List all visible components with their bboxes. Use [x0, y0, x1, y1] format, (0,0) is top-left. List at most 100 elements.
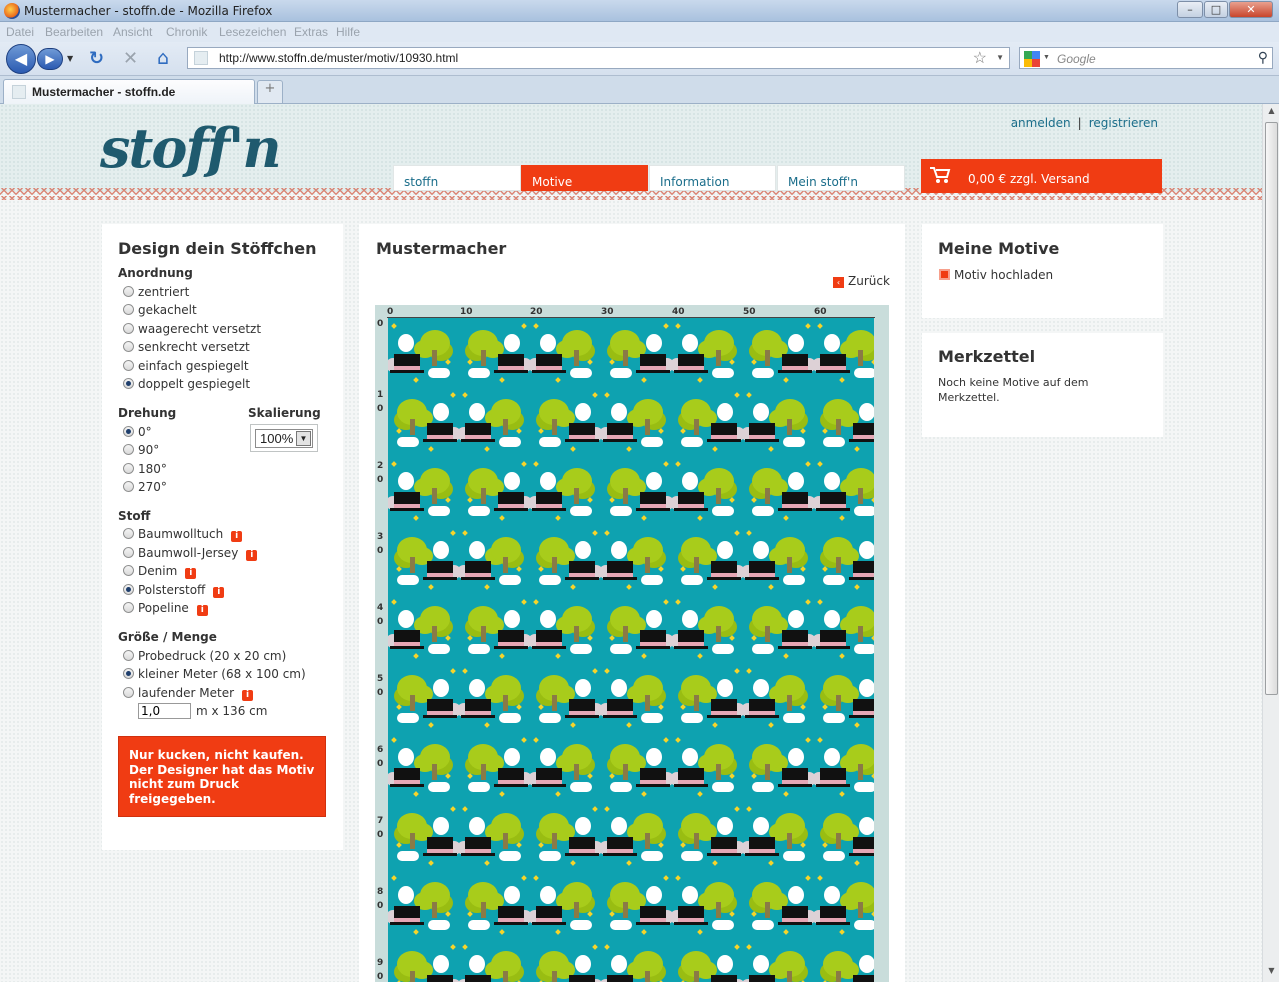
maximize-button[interactable]: □ [1204, 1, 1228, 18]
radio-dot[interactable] [123, 360, 134, 371]
radio-baumwoll-jersey[interactable]: Baumwoll-Jersey i [123, 546, 258, 562]
radio-dot-checked[interactable] [123, 426, 134, 437]
radio-dot[interactable] [123, 444, 134, 455]
ruler-y-50: 5 0 [377, 674, 384, 698]
upload-motif-link[interactable]: Motiv hochladen [939, 268, 1053, 282]
cart-button[interactable]: 0,00 € zzgl. Versand [921, 159, 1162, 193]
new-tab-button[interactable]: + [257, 80, 283, 103]
url-text[interactable]: http://www.stoffn.de/muster/motiv/10930.… [219, 51, 458, 65]
info-icon[interactable]: i [185, 568, 197, 579]
meter-quantity-input[interactable] [138, 703, 191, 719]
radio-dot[interactable] [123, 547, 134, 558]
radio-kleiner-meter[interactable]: kleiner Meter (68 x 100 cm) [123, 667, 306, 683]
nav-mein-stoffn[interactable]: Mein stoff'n [777, 165, 905, 191]
menu-datei[interactable]: Datei [6, 25, 34, 39]
radio-dot[interactable] [123, 650, 134, 661]
radio-baumwolltuch[interactable]: Baumwolltuch i [123, 527, 243, 543]
back-icon[interactable]: ◀ [6, 44, 36, 74]
search-box[interactable]: ▼ Google ⚲ [1019, 47, 1273, 69]
chevron-down-icon[interactable]: ▼ [296, 431, 311, 446]
menu-bearbeiten[interactable]: Bearbeiten [45, 25, 103, 39]
search-icon[interactable]: ⚲ [1258, 49, 1268, 66]
fabric-label: Stoff [118, 509, 151, 523]
pattern-tile [528, 594, 601, 663]
radio-waagerecht-versetzt[interactable]: waagerecht versetzt [123, 322, 261, 338]
home-icon[interactable]: ⌂ [157, 47, 169, 69]
menu-ansicht[interactable]: Ansicht [113, 25, 152, 39]
menu-extras[interactable]: Extras [294, 25, 328, 39]
scrollbar-thumb[interactable] [1265, 122, 1278, 695]
pattern-tile [459, 732, 532, 801]
radio-denim[interactable]: Denim i [123, 564, 197, 580]
close-window-button[interactable]: ✕ [1229, 1, 1273, 18]
radio-dot[interactable] [123, 463, 134, 474]
navigation-toolbar: ◀ ▶ ▼ ↻ ✕ ⌂ http://www.stoffn.de/muster/… [0, 42, 1279, 76]
radio-zentriert[interactable]: zentriert [123, 285, 189, 301]
bookmark-star-icon[interactable]: ☆ [973, 48, 987, 68]
scroll-down-icon[interactable]: ▼ [1265, 966, 1278, 980]
reload-icon[interactable]: ↻ [89, 48, 104, 69]
nav-stoffn[interactable]: stoffn [393, 165, 521, 191]
browser-tab[interactable]: Mustermacher - stoffn.de [3, 79, 255, 104]
nav-motive[interactable]: Motive [521, 165, 648, 191]
pattern-tile [388, 318, 459, 387]
info-icon[interactable]: i [196, 605, 208, 616]
google-icon[interactable] [1024, 51, 1040, 67]
history-dropdown-icon[interactable]: ▼ [67, 54, 73, 63]
ruler-x-0: 0 [387, 307, 394, 317]
radio-probedruck[interactable]: Probedruck (20 x 20 cm) [123, 649, 286, 665]
scale-select[interactable]: 100% ▼ [250, 424, 318, 452]
radio-dot[interactable] [123, 687, 134, 698]
radio-dot[interactable] [123, 304, 134, 315]
menu-bar: Datei Bearbeiten Ansicht Chronik Lesezei… [0, 22, 1279, 42]
menu-lesezeichen[interactable]: Lesezeichen [219, 25, 286, 39]
radio-rotation-180[interactable]: 180° [123, 462, 167, 478]
tab-favicon-icon [12, 85, 26, 99]
forward-icon[interactable]: ▶ [37, 48, 63, 70]
url-bar[interactable]: http://www.stoffn.de/muster/motiv/10930.… [187, 47, 1010, 69]
login-link[interactable]: anmelden [1011, 116, 1071, 130]
register-link[interactable]: registrieren [1089, 116, 1158, 130]
radio-rotation-0[interactable]: 0° [123, 425, 152, 441]
pattern-tile [672, 387, 745, 456]
info-icon[interactable]: i [246, 550, 258, 561]
radio-popeline[interactable]: Popeline i [123, 601, 208, 617]
radio-senkrecht-versetzt[interactable]: senkrecht versetzt [123, 340, 250, 356]
pattern-tile [530, 525, 603, 594]
scroll-up-icon[interactable]: ▲ [1265, 106, 1278, 120]
radio-doppelt-gespiegelt[interactable]: doppelt gespiegelt [123, 377, 250, 393]
info-icon[interactable]: i [231, 531, 243, 542]
info-icon[interactable]: i [213, 587, 225, 598]
cart-total: 0,00 € zzgl. Versand [968, 172, 1090, 186]
radio-rotation-270[interactable]: 270° [123, 480, 167, 496]
menu-chronik[interactable]: Chronik [166, 25, 207, 39]
radio-rotation-90[interactable]: 90° [123, 443, 159, 459]
site-logo[interactable]: stoff'n [100, 116, 282, 180]
radio-dot-checked[interactable] [123, 378, 134, 389]
radio-laufender-meter[interactable]: laufender Meter i [123, 686, 254, 702]
radio-einfach-gespiegelt[interactable]: einfach gespiegelt [123, 359, 249, 375]
radio-polsterstoff[interactable]: Polsterstoff i [123, 583, 225, 599]
minimize-button[interactable]: – [1177, 1, 1203, 18]
radio-dot[interactable] [123, 565, 134, 576]
back-link[interactable]: ‹ Zurück [833, 274, 890, 288]
pattern-tile [388, 732, 459, 801]
info-icon[interactable]: i [242, 690, 254, 701]
radio-dot[interactable] [123, 341, 134, 352]
radio-dot[interactable] [123, 323, 134, 334]
radio-dot[interactable] [123, 481, 134, 492]
menu-hilfe[interactable]: Hilfe [336, 25, 360, 39]
stop-icon[interactable]: ✕ [123, 48, 138, 69]
radio-dot-checked[interactable] [123, 668, 134, 679]
search-engine-dropdown-icon[interactable]: ▼ [1043, 54, 1050, 61]
ruler-x-50: 50 [743, 307, 756, 317]
url-dropdown-icon[interactable]: ▼ [996, 53, 1004, 62]
page-scrollbar[interactable]: ▲ ▼ [1262, 104, 1279, 982]
radio-gekachelt[interactable]: gekachelt [123, 303, 197, 319]
pattern-tile [670, 732, 743, 801]
radio-dot[interactable] [123, 528, 134, 539]
radio-dot[interactable] [123, 602, 134, 613]
radio-dot[interactable] [123, 286, 134, 297]
radio-dot-checked[interactable] [123, 584, 134, 595]
nav-information[interactable]: Information [649, 165, 776, 191]
